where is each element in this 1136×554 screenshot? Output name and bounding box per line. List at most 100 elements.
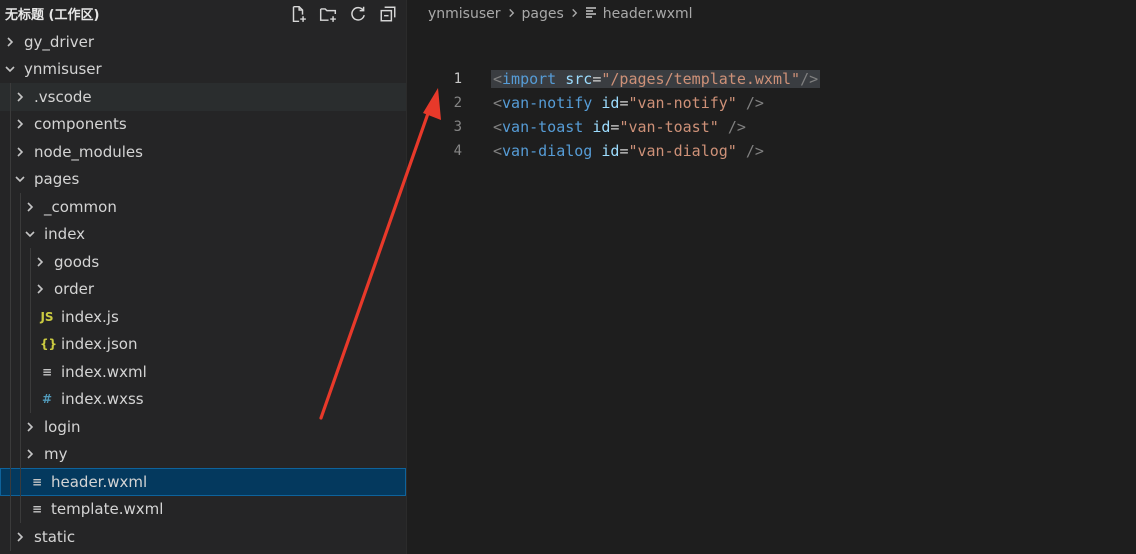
tree-item-label: _common xyxy=(44,197,117,216)
indent-guide xyxy=(10,330,11,358)
chevron-right-icon xyxy=(34,257,46,267)
indent-guide xyxy=(20,220,21,248)
code-area[interactable]: 1 <import src="/pages/template.wxml"/> 2 <v… xyxy=(408,67,1136,163)
chevron-down-icon xyxy=(4,64,16,74)
chevron-right-icon xyxy=(570,6,579,22)
tree-item-label: static xyxy=(34,527,76,546)
code-token: < xyxy=(493,94,503,112)
tree-item-label: login xyxy=(44,417,81,436)
line-content: <import src="/pages/template.wxml"/> xyxy=(491,70,821,88)
tree-item-label: index.js xyxy=(61,307,119,326)
code-token: src xyxy=(565,70,593,88)
tree-folder-components[interactable]: components xyxy=(0,110,406,138)
tree-item-label: .vscode xyxy=(34,87,92,106)
tree-folder-node-modules[interactable]: node_modules xyxy=(0,138,406,166)
tree-folder-static[interactable]: static xyxy=(0,523,406,551)
indent-guide xyxy=(10,440,11,468)
chevron-right-icon xyxy=(14,147,26,157)
tree-file-index-js[interactable]: JS index.js xyxy=(0,303,406,331)
tree-folder-login[interactable]: login xyxy=(0,413,406,441)
tree-folder-order[interactable]: order xyxy=(0,275,406,303)
line-content: <van-toast id="van-toast" /> xyxy=(493,118,746,136)
indent-guide xyxy=(20,468,21,496)
indent-guide xyxy=(10,248,11,276)
code-token: "van-dialog" xyxy=(628,142,737,160)
tree-folder-vscode[interactable]: .vscode xyxy=(0,83,406,111)
new-folder-icon[interactable] xyxy=(318,4,338,24)
code-token: /> xyxy=(800,70,819,88)
indent-guide xyxy=(20,385,21,413)
tree-item-label: index.wxml xyxy=(61,362,147,381)
wxml-file-icon xyxy=(585,6,597,22)
explorer-header: 无标题 (工作区) xyxy=(0,0,406,27)
chevron-right-icon xyxy=(4,37,16,47)
line-content: <van-notify id="van-notify" /> xyxy=(493,94,764,112)
line-number: 4 xyxy=(453,143,462,159)
tree-file-template-wxml[interactable]: ≡ template.wxml xyxy=(0,495,406,523)
indent-guide xyxy=(10,110,11,138)
code-token: "van-notify" xyxy=(628,94,737,112)
chevron-down-icon xyxy=(24,229,36,239)
indent-guide xyxy=(10,138,11,166)
indent-guide xyxy=(10,303,11,331)
indent-guide xyxy=(30,275,31,303)
file-tree: gy_driver ynmisuser .vscode components node_… xyxy=(0,28,406,551)
tree-item-label: template.wxml xyxy=(51,500,164,519)
tree-item-label: node_modules xyxy=(34,142,143,161)
tree-folder-goods[interactable]: goods xyxy=(0,248,406,276)
tree-file-index-wxml[interactable]: ≡ index.wxml xyxy=(0,358,406,386)
breadcrumb-item-file[interactable]: header.wxml xyxy=(603,6,693,22)
indent-guide xyxy=(30,385,31,413)
tree-folder-index[interactable]: index xyxy=(0,220,406,248)
indent-guide xyxy=(30,303,31,331)
tree-item-label: pages xyxy=(34,170,80,189)
tree-folder-gy-driver[interactable]: gy_driver xyxy=(0,28,406,56)
workspace-title: 无标题 (工作区) xyxy=(5,8,100,23)
js-file-icon: JS xyxy=(40,309,54,324)
new-file-icon[interactable] xyxy=(288,4,308,24)
chevron-right-icon xyxy=(14,119,26,129)
indent-guide xyxy=(10,523,11,551)
chevron-right-icon xyxy=(24,422,36,432)
tree-file-index-wxss[interactable]: # index.wxss xyxy=(0,385,406,413)
breadcrumb-item-ynmisuser[interactable]: ynmisuser xyxy=(428,6,501,22)
tree-folder-pages[interactable]: pages xyxy=(0,165,406,193)
indent-guide xyxy=(10,275,11,303)
indent-guide xyxy=(20,248,21,276)
indent-guide xyxy=(10,358,11,386)
indent-guide xyxy=(20,413,21,441)
explorer-sidebar: 无标题 (工作区) gy_driver ynmisuser .vscode compo… xyxy=(0,0,407,554)
tree-item-label: ynmisuser xyxy=(24,60,102,79)
breadcrumb-item-pages[interactable]: pages xyxy=(522,6,564,22)
tree-file-index-json[interactable]: {} index.json xyxy=(0,330,406,358)
chevron-down-icon xyxy=(14,174,26,184)
line-number: 3 xyxy=(453,119,462,135)
indent-guide xyxy=(10,165,11,193)
indent-guide xyxy=(10,495,11,523)
indent-guide xyxy=(10,83,11,111)
tree-folder-my[interactable]: my xyxy=(0,440,406,468)
code-token: van-dialog xyxy=(502,142,593,160)
indent-guide xyxy=(10,468,11,496)
collapse-all-icon[interactable] xyxy=(378,4,398,24)
code-line[interactable]: 3 <van-toast id="van-toast" /> xyxy=(408,115,1136,139)
wxss-file-icon: # xyxy=(41,392,53,407)
breadcrumb: ynmisuser pages header.wxml xyxy=(408,0,1136,28)
code-line[interactable]: 1 <import src="/pages/template.wxml"/> xyxy=(408,67,1136,91)
indent-guide xyxy=(20,303,21,331)
chevron-right-icon xyxy=(507,6,516,22)
tree-folder-ynmisuser[interactable]: ynmisuser xyxy=(0,56,406,84)
code-token: van-toast xyxy=(502,118,584,136)
explorer-actions xyxy=(288,4,398,24)
code-token: /> xyxy=(727,118,746,136)
code-token: id xyxy=(601,94,620,112)
json-file-icon: {} xyxy=(40,337,58,352)
tree-file-header-wxml[interactable]: ≡ header.wxml xyxy=(0,468,406,496)
tree-folder-common[interactable]: _common xyxy=(0,193,406,221)
refresh-icon[interactable] xyxy=(348,4,368,24)
code-line[interactable]: 2 <van-notify id="van-notify" /> xyxy=(408,91,1136,115)
tree-item-label: components xyxy=(34,115,127,134)
code-line[interactable]: 4 <van-dialog id="van-dialog" /> xyxy=(408,139,1136,163)
tree-item-label: gy_driver xyxy=(24,32,95,51)
